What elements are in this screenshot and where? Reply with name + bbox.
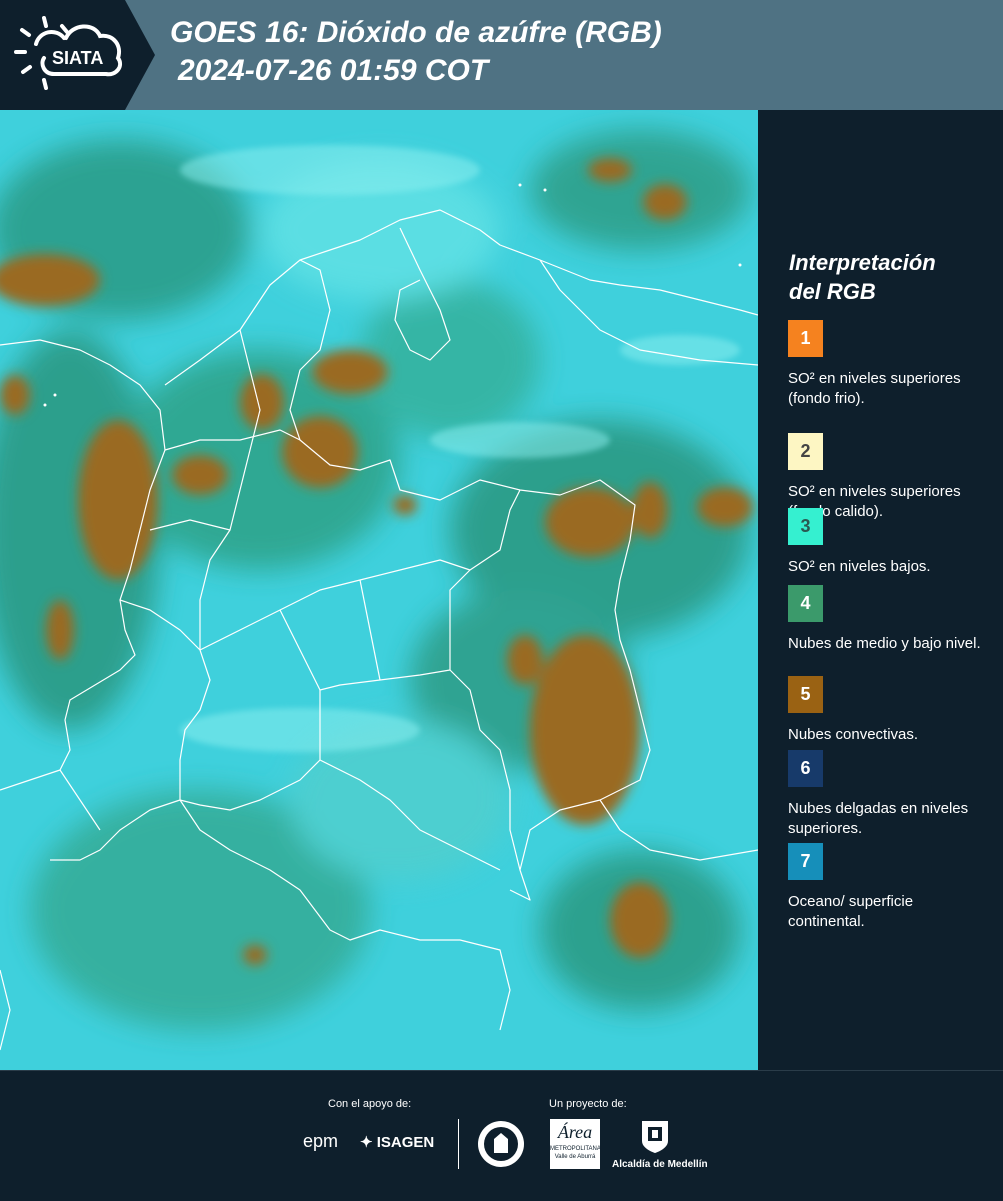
- legend-title: Interpretación del RGB: [789, 248, 936, 306]
- legend-text: Oceano/ superficie continental.: [788, 893, 914, 930]
- legend-item: 4 Nubes de medio y bajo nivel.: [788, 585, 993, 654]
- legend-title-line-1: Interpretación: [789, 250, 936, 275]
- medellin-seal-icon: [476, 1119, 526, 1169]
- legend-swatch: 6: [788, 750, 823, 787]
- legend-swatch: 2: [788, 433, 823, 470]
- legend-text: SO² en niveles superiores (fondo frio).: [788, 370, 961, 407]
- satellite-map: [0, 110, 758, 1070]
- legend-text: SO² en niveles bajos.: [788, 558, 931, 575]
- epm-logo-text: epm: [303, 1131, 339, 1151]
- isagen-logo: ✦ ISAGEN: [360, 1133, 434, 1151]
- legend-text: Nubes convectivas.: [788, 726, 919, 743]
- area-logo-subtitle: METROPOLITANA: [550, 1146, 601, 1152]
- legend-item: 1 SO² en niveles superiores (fondo frio).: [788, 320, 993, 409]
- siata-logo: SIATA: [0, 0, 155, 110]
- epm-logo: epm: [303, 1131, 338, 1152]
- title-line-1: GOES 16: Dióxido de azúfre (RGB): [170, 16, 662, 49]
- legend-item: 5 Nubes convectivas.: [788, 676, 993, 745]
- legend-item: 6 Nubes delgadas en niveles superiores.: [788, 750, 993, 839]
- legend-text: Nubes de medio y bajo nivel.: [788, 635, 981, 652]
- support-label: Con el apoyo de:: [328, 1098, 412, 1110]
- area-metropolitana-logo: Área METROPOLITANA Valle de Aburrá: [550, 1119, 601, 1169]
- area-logo-subtitle-2: Valle de Aburrá: [554, 1154, 596, 1160]
- isagen-star-icon: ✦: [360, 1134, 373, 1151]
- footer-divider: [458, 1119, 459, 1169]
- area-logo-text: Área: [557, 1122, 593, 1142]
- isagen-logo-text: ISAGEN: [376, 1134, 435, 1151]
- project-label: Un proyecto de:: [549, 1098, 627, 1110]
- siata-logo-text: SIATA: [52, 48, 103, 68]
- legend-swatch: 5: [788, 676, 823, 713]
- legend-item: 7 Oceano/ superficie continental.: [788, 843, 993, 932]
- alcaldia-shield-icon: [640, 1119, 670, 1155]
- legend-swatch: 7: [788, 843, 823, 880]
- legend-panel: Interpretación del RGB 1 SO² en niveles s…: [758, 110, 1003, 1070]
- legend-swatch: 4: [788, 585, 823, 622]
- title-line-2: 2024-07-26 01:59 COT: [178, 54, 489, 87]
- page-title: GOES 16: Dióxido de azúfre (RGB) 2024-07…: [170, 14, 662, 90]
- legend-swatch: 1: [788, 320, 823, 357]
- legend-text: Nubes delgadas en niveles superiores.: [788, 800, 969, 837]
- alcaldia-text: Alcaldía de Medellín: [612, 1159, 708, 1170]
- header-bar: SIATA GOES 16: Dióxido de azúfre (RGB) 2…: [0, 0, 1003, 110]
- legend-title-line-2: del RGB: [789, 279, 876, 304]
- footer: Con el apoyo de: Un proyecto de: epm ✦ I…: [0, 1070, 1003, 1201]
- legend-item: 3 SO² en niveles bajos.: [788, 508, 993, 577]
- legend-swatch: 3: [788, 508, 823, 545]
